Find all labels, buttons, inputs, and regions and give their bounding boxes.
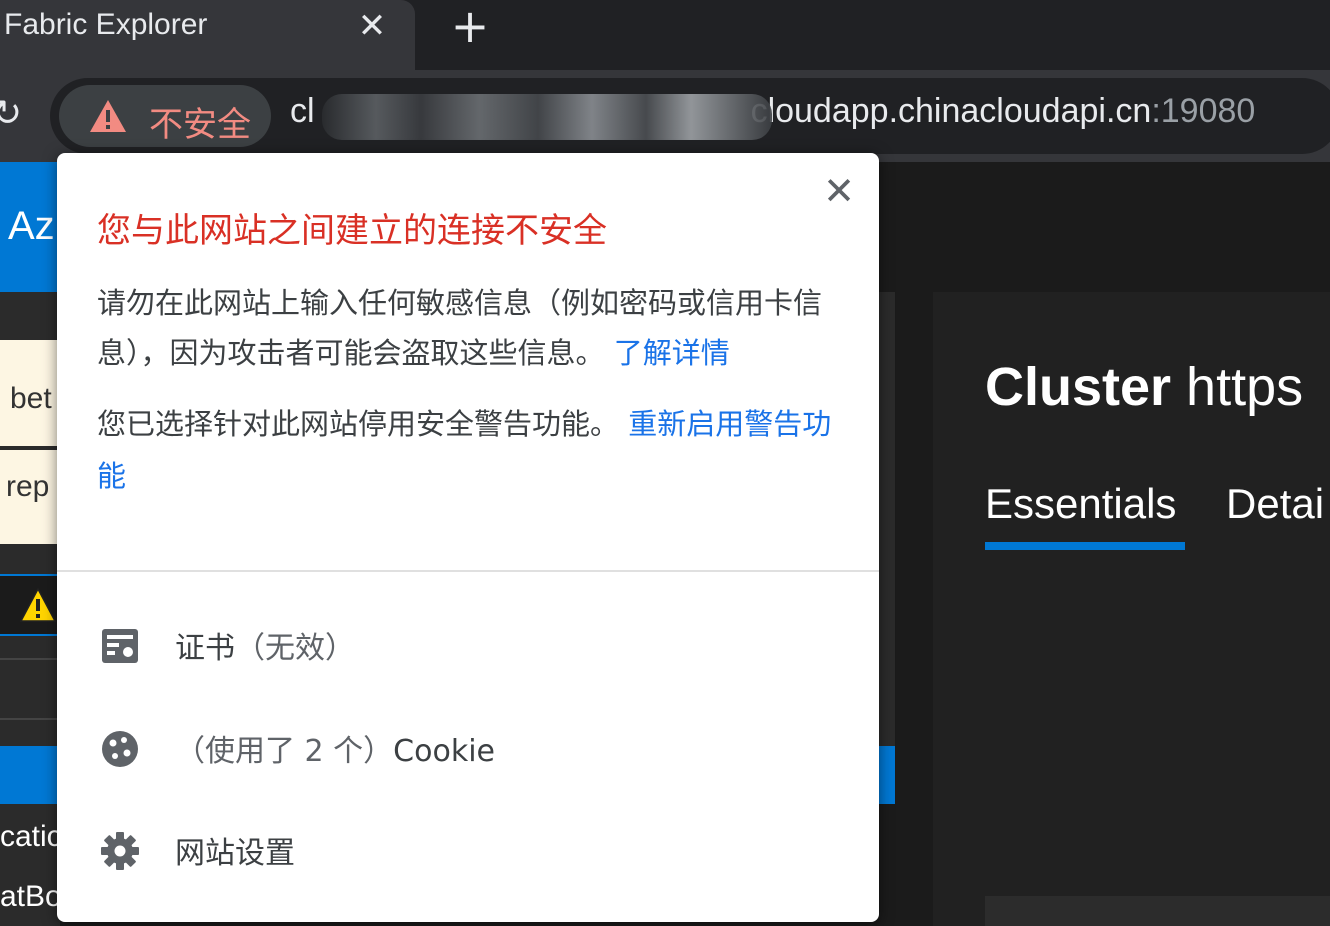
close-icon[interactable]: ✕: [352, 4, 392, 48]
cluster-title-bold: Cluster: [985, 357, 1172, 417]
cookies-label: （使用了 2 个）Cookie: [175, 726, 495, 770]
tab-essentials[interactable]: Essentials: [985, 480, 1176, 528]
screen: Fabric Explorer ✕ + ↻ 不安全 cl cloudapp.chi…: [0, 0, 1330, 926]
cookie-count: （使用了 2 个）: [175, 734, 394, 769]
banner-text-2: rep: [6, 470, 50, 503]
cookie-text: Cookie: [393, 734, 495, 769]
tree-item-1[interactable]: catic: [0, 820, 62, 854]
warning-banner: bet: [0, 340, 60, 446]
security-chip[interactable]: 不安全: [59, 85, 271, 147]
cookie-icon: [102, 731, 138, 767]
azure-header-text: Az: [8, 204, 55, 248]
url-host: cloudapp.chinacloudapi.cn: [750, 92, 1152, 130]
cookies-row[interactable]: （使用了 2 个）Cookie: [57, 708, 879, 788]
divider: [0, 658, 60, 660]
scroll-panel: [878, 292, 895, 746]
tab-title: Fabric Explorer: [4, 8, 208, 41]
warning-icon: [20, 588, 56, 622]
tab-strip: Fabric Explorer ✕ +: [0, 0, 1330, 70]
popup-disabled-text: 您已选择针对此网站停用安全警告功能。 重新启用警告功能: [97, 398, 847, 502]
disabled-warning-text: 您已选择针对此网站停用安全警告功能。: [97, 407, 620, 441]
divider: [0, 718, 60, 720]
browser-tab[interactable]: Fabric Explorer ✕: [0, 0, 415, 70]
address-bar[interactable]: 不安全 cl cloudapp.chinacloudapi.cn:19080: [50, 78, 1330, 154]
site-settings-row[interactable]: 网站设置: [57, 810, 879, 890]
certificate-text: 证书: [175, 631, 235, 666]
site-info-popup: ✕ 您与此网站之间建立的连接不安全 请勿在此网站上输入任何敏感信息（例如密码或信…: [57, 153, 879, 922]
cluster-title-url: https: [1171, 357, 1304, 417]
warning-banner-2: rep: [0, 450, 60, 544]
reload-icon[interactable]: ↻: [0, 92, 22, 136]
certificate-label: 证书（无效）: [175, 623, 355, 667]
gear-icon: [101, 832, 139, 870]
site-settings-label: 网站设置: [175, 836, 295, 871]
divider: [57, 570, 879, 572]
tab-details[interactable]: Detai: [1226, 480, 1324, 528]
certificate-status: （无效）: [235, 631, 355, 666]
plus-icon[interactable]: +: [445, 2, 495, 50]
popup-warning-text: 请勿在此网站上输入任何敏感信息（例如密码或信用卡信息），因为攻击者可能会盗取这些…: [97, 278, 847, 378]
toolbar: ↻ 不安全 cl cloudapp.chinacloudapi.cn:19080: [0, 70, 1330, 162]
url-prefix: cl: [290, 92, 315, 130]
popup-title: 您与此网站之间建立的连接不安全: [97, 211, 607, 251]
learn-more-link[interactable]: 了解详情: [614, 336, 730, 370]
redacted-url-blur: [322, 94, 772, 140]
tree-item-2[interactable]: atBo: [0, 880, 62, 914]
security-label: 不安全: [149, 105, 251, 145]
banner-text-1: bet: [10, 382, 52, 415]
content-box: [985, 896, 1330, 926]
certificate-icon: [102, 629, 138, 663]
cluster-title: Cluster https: [985, 356, 1303, 418]
url-port: :19080: [1151, 92, 1256, 130]
certificate-row[interactable]: 证书（无效）: [57, 605, 879, 685]
warning-triangle-icon: [90, 100, 126, 132]
tab-active-indicator: [985, 542, 1185, 550]
close-icon[interactable]: ✕: [819, 171, 859, 211]
warning-row[interactable]: [0, 574, 60, 636]
